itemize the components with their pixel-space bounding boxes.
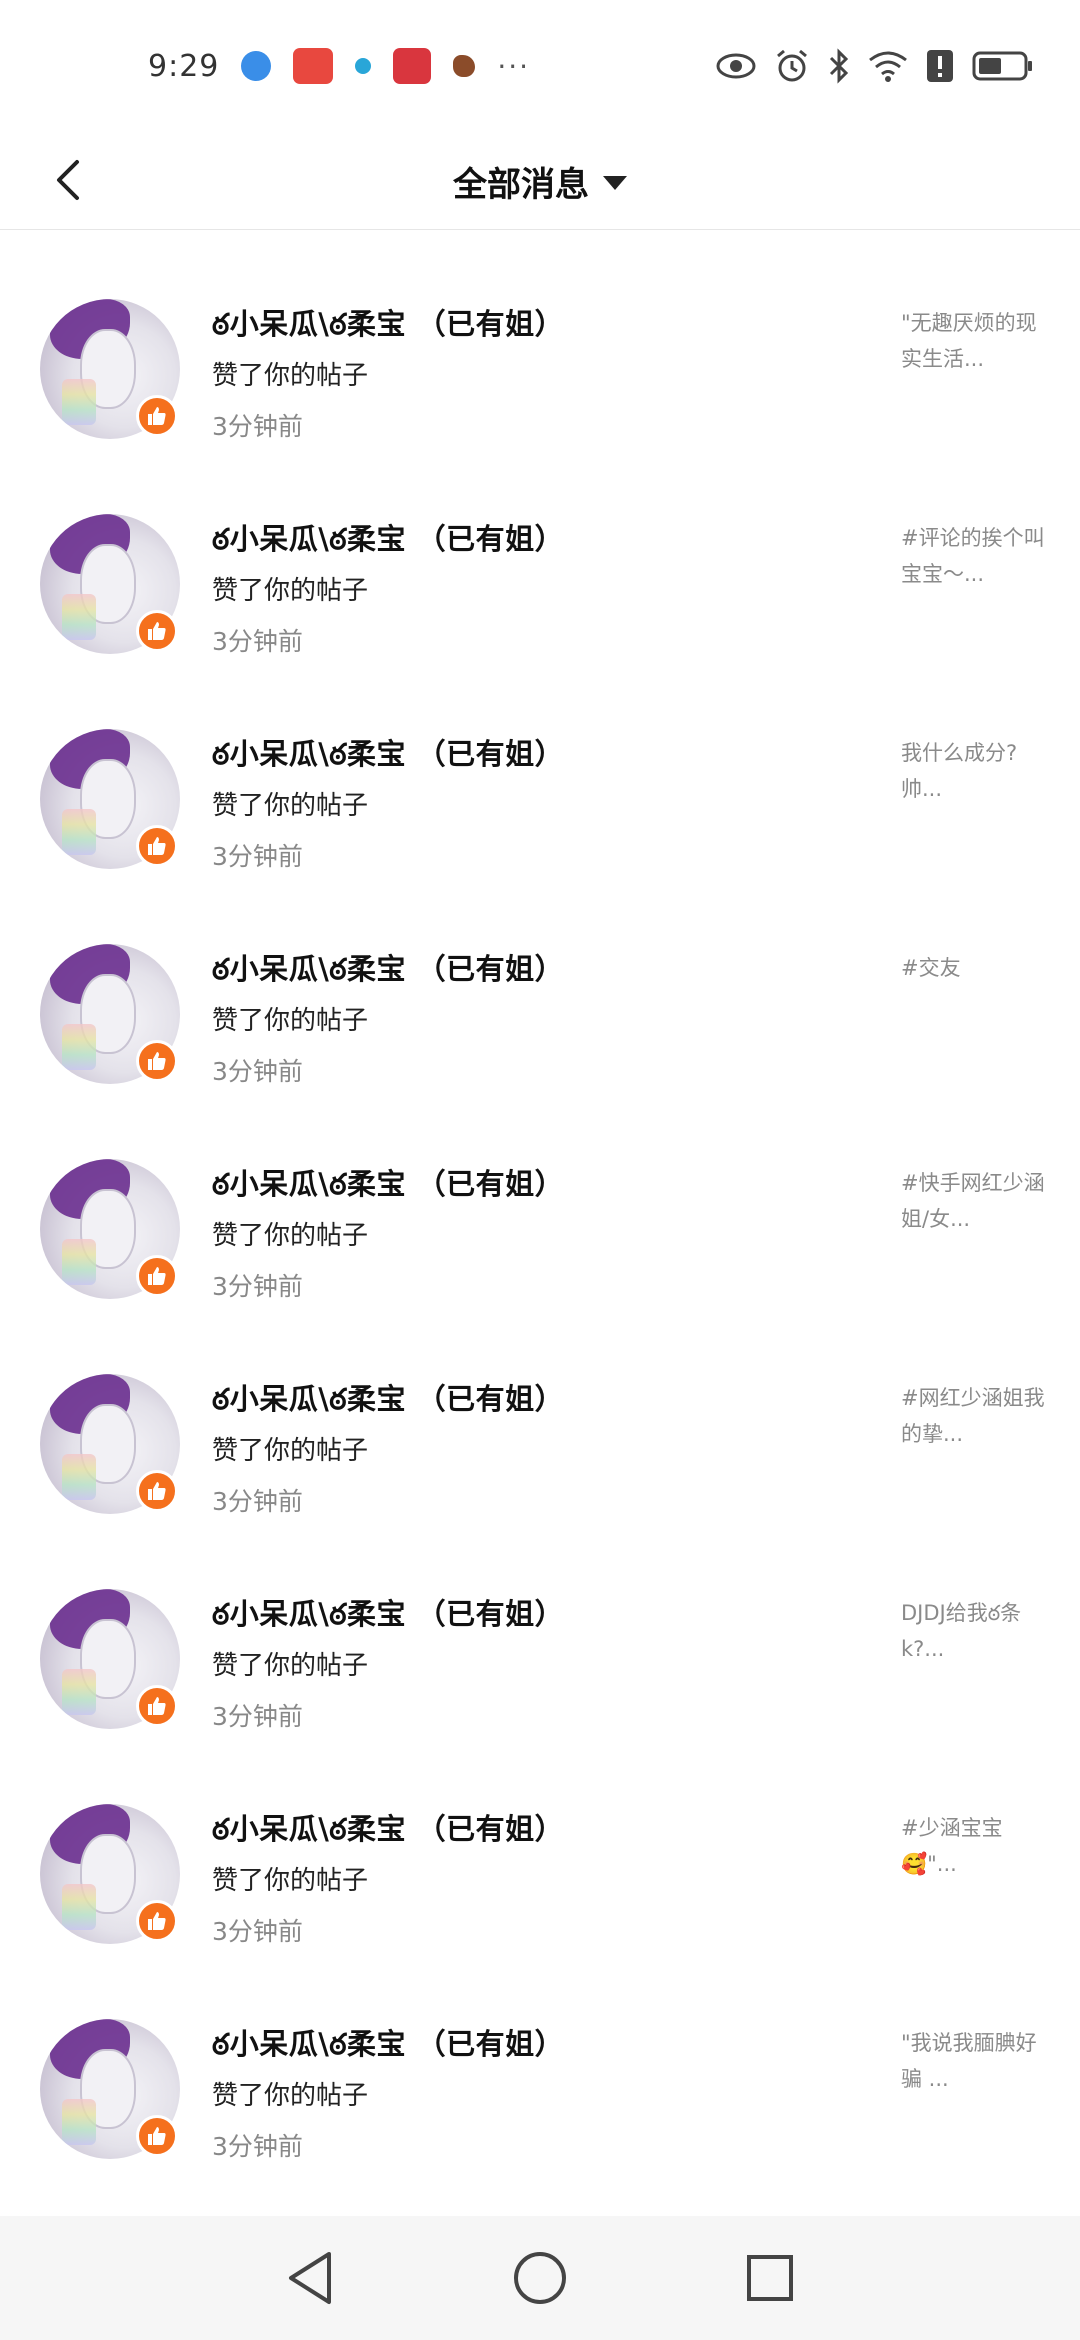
wifi-icon xyxy=(869,51,907,82)
message-username[interactable]: ఠ小呆瓜\ఠ柔宝 （已有姐） xyxy=(212,1161,564,1209)
post-preview[interactable]: #少涵宝宝🥰"... xyxy=(901,1810,1051,1882)
thumbs-up-icon xyxy=(136,1685,178,1727)
back-triangle-icon xyxy=(289,2252,331,2304)
message-list: ఠ小呆瓜\ఠ柔宝 （已有姐） 赞了你的帖子 3分钟前 "无趣厌烦的现实生活...… xyxy=(0,231,1080,2166)
message-action: 赞了你的帖子 xyxy=(212,1436,369,1466)
thumbs-up-icon xyxy=(136,610,178,652)
bluetooth-icon xyxy=(829,48,849,84)
post-preview[interactable]: #网红少涵姐我的挚... xyxy=(901,1380,1051,1452)
message-item[interactable]: ఠ小呆瓜\ఠ柔宝 （已有姐） 赞了你的帖子 3分钟前 我什么成分?帅... xyxy=(0,661,1080,876)
avatar-wrap[interactable] xyxy=(40,299,180,439)
home-circle-icon xyxy=(514,2252,566,2304)
post-preview[interactable]: 我什么成分?帅... xyxy=(901,735,1051,807)
status-right xyxy=(716,48,1034,84)
message-item[interactable]: ఠ小呆瓜\ఠ柔宝 （已有姐） 赞了你的帖子 3分钟前 #评论的挨个叫宝宝～... xyxy=(0,446,1080,661)
nav-back-button[interactable] xyxy=(275,2243,345,2313)
message-item[interactable]: ఠ小呆瓜\ఠ柔宝 （已有姐） 赞了你的帖子 3分钟前 #网红少涵姐我的挚... xyxy=(0,1306,1080,1521)
header: 全部消息 xyxy=(0,132,1080,230)
avatar-wrap[interactable] xyxy=(40,944,180,1084)
message-action: 赞了你的帖子 xyxy=(212,1221,369,1251)
avatar-wrap[interactable] xyxy=(40,2019,180,2159)
page-title: 全部消息 xyxy=(453,164,589,205)
avatar-wrap[interactable] xyxy=(40,514,180,654)
bird-icon xyxy=(453,55,476,77)
thumbs-up-icon xyxy=(136,2115,178,2157)
message-username[interactable]: ఠ小呆瓜\ఠ柔宝 （已有姐） xyxy=(212,516,564,564)
message-time: 3分钟前 xyxy=(212,627,303,656)
message-time: 3分钟前 xyxy=(212,1057,303,1086)
status-time: 9​:29 xyxy=(148,48,220,84)
thumbs-up-icon xyxy=(136,1040,178,1082)
message-filter-dropdown[interactable]: 全部消息 xyxy=(0,132,1080,230)
message-item[interactable]: ఠ小呆瓜\ఠ柔宝 （已有姐） 赞了你的帖子 3分钟前 "无趣厌烦的现实生活... xyxy=(0,231,1080,446)
message-action: 赞了你的帖子 xyxy=(212,1651,369,1681)
avatar-wrap[interactable] xyxy=(40,1804,180,1944)
message-time: 3分钟前 xyxy=(212,1702,303,1731)
globe-icon xyxy=(241,51,272,81)
thumbs-up-icon xyxy=(136,1255,178,1297)
message-action: 赞了你的帖子 xyxy=(212,791,369,821)
message-username[interactable]: ఠ小呆瓜\ఠ柔宝 （已有姐） xyxy=(212,2021,564,2069)
alert-icon xyxy=(927,50,953,82)
status-left: 9​:29 ··· xyxy=(148,48,530,84)
message-time: 3分钟前 xyxy=(212,2132,303,2161)
post-preview[interactable]: #评论的挨个叫宝宝～... xyxy=(901,520,1051,592)
post-preview[interactable]: #快手网红少涵姐/女... xyxy=(901,1165,1051,1237)
message-item[interactable]: ఠ小呆瓜\ఠ柔宝 （已有姐） 赞了你的帖子 3分钟前 "我说我腼腆好骗 ... xyxy=(0,1951,1080,2166)
message-time: 3分钟前 xyxy=(212,842,303,871)
caret-down-icon xyxy=(603,176,627,190)
nav-home-button[interactable] xyxy=(505,2243,575,2313)
message-username[interactable]: ఠ小呆瓜\ఠ柔宝 （已有姐） xyxy=(212,301,564,349)
thumbs-up-icon xyxy=(136,395,178,437)
message-username[interactable]: ఠ小呆瓜\ఠ柔宝 （已有姐） xyxy=(212,1591,564,1639)
post-preview[interactable]: DJDJ给我ఠ条k?... xyxy=(901,1595,1051,1667)
message-time: 3分钟前 xyxy=(212,412,303,441)
avatar-wrap[interactable] xyxy=(40,1159,180,1299)
book-icon xyxy=(393,48,432,84)
message-username[interactable]: ఠ小呆瓜\ఠ柔宝 （已有姐） xyxy=(212,1806,564,1854)
alarm-icon xyxy=(777,49,807,82)
message-item[interactable]: ఠ小呆瓜\ఠ柔宝 （已有姐） 赞了你的帖子 3分钟前 #交友 xyxy=(0,876,1080,1091)
status-bar: 9​:29 ··· xyxy=(0,0,1080,132)
avatar-wrap[interactable] xyxy=(40,1589,180,1729)
battery-icon xyxy=(972,51,1032,81)
message-username[interactable]: ఠ小呆瓜\ఠ柔宝 （已有姐） xyxy=(212,731,564,779)
post-preview[interactable]: #交友 xyxy=(901,950,1051,986)
message-action: 赞了你的帖子 xyxy=(212,361,369,391)
avatar-wrap[interactable] xyxy=(40,1374,180,1514)
message-username[interactable]: ఠ小呆瓜\ఠ柔宝 （已有姐） xyxy=(212,946,564,994)
message-action: 赞了你的帖子 xyxy=(212,1866,369,1896)
message-time: 3分钟前 xyxy=(212,1917,303,1946)
message-item[interactable]: ఠ小呆瓜\ఠ柔宝 （已有姐） 赞了你的帖子 3分钟前 #快手网红少涵姐/女... xyxy=(0,1091,1080,1306)
message-time: 3分钟前 xyxy=(212,1487,303,1516)
dot-icon xyxy=(355,58,372,74)
post-preview[interactable]: "我说我腼腆好骗 ... xyxy=(901,2025,1051,2097)
more-notifications-icon: ··· xyxy=(497,49,531,83)
message-username[interactable]: ఠ小呆瓜\ఠ柔宝 （已有姐） xyxy=(212,1376,564,1424)
nav-recents-button[interactable] xyxy=(735,2243,805,2313)
message-time: 3分钟前 xyxy=(212,1272,303,1301)
thumbs-up-icon xyxy=(136,1900,178,1942)
thumbs-up-icon xyxy=(136,1470,178,1512)
recents-square-icon xyxy=(747,2255,793,2301)
message-item[interactable]: ఠ小呆瓜\ఠ柔宝 （已有姐） 赞了你的帖子 3分钟前 DJDJ给我ఠ条k?... xyxy=(0,1521,1080,1736)
message-action: 赞了你的帖子 xyxy=(212,2081,369,2111)
system-nav-bar xyxy=(0,2216,1080,2340)
message-item[interactable]: ఠ小呆瓜\ఠ柔宝 （已有姐） 赞了你的帖子 3分钟前 #少涵宝宝🥰"... xyxy=(0,1736,1080,1951)
avatar-wrap[interactable] xyxy=(40,729,180,869)
post-preview[interactable]: "无趣厌烦的现实生活... xyxy=(901,305,1051,377)
message-action: 赞了你的帖子 xyxy=(212,576,369,606)
huawei-appgallery-icon xyxy=(293,48,334,84)
eye-icon xyxy=(716,53,756,79)
message-action: 赞了你的帖子 xyxy=(212,1006,369,1036)
thumbs-up-icon xyxy=(136,825,178,867)
